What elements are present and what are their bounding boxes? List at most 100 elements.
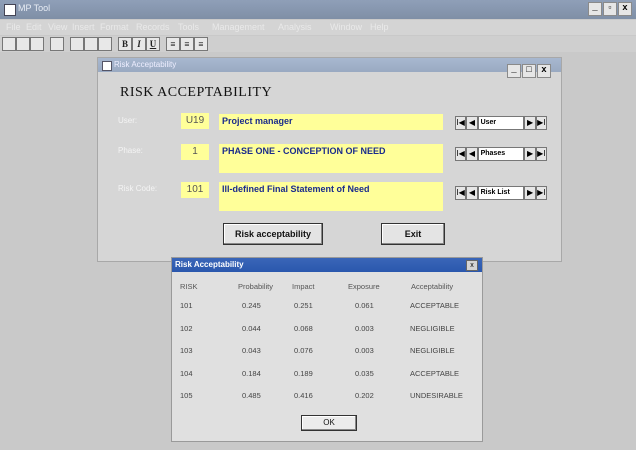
last-record-button[interactable]: ▶I: [535, 186, 547, 200]
print-icon[interactable]: [50, 37, 64, 51]
acceptability-cell: ACCEPTABLE: [410, 301, 460, 310]
next-record-button[interactable]: ▶: [524, 147, 536, 161]
close-icon[interactable]: x: [466, 260, 478, 271]
last-record-button[interactable]: ▶I: [535, 147, 547, 161]
acceptability-cell: ACCEPTABLE: [410, 369, 460, 378]
results-dialog-title: Risk Acceptability: [175, 260, 244, 269]
exposure-cell: 0.035: [355, 369, 374, 378]
risk-window-minimize-button[interactable]: _: [507, 64, 521, 78]
previous-record-button[interactable]: ◀: [466, 116, 478, 130]
restore-button[interactable]: ▫: [603, 2, 617, 16]
impact-cell: 0.251: [294, 301, 313, 310]
table-row: 103 0.043 0.076 0.003 NEGLIGIBLE: [172, 346, 482, 358]
column-header-probability: Probability: [238, 282, 274, 291]
bold-icon[interactable]: B: [118, 37, 132, 51]
menu-records[interactable]: Records: [136, 22, 170, 32]
phase-label: Phase:: [118, 146, 143, 155]
form-icon: [102, 61, 112, 71]
column-header-exposure: Exposure: [348, 282, 380, 291]
results-dialog-titlebar: Risk Acceptability: [172, 258, 482, 272]
risk-acceptability-button[interactable]: Risk acceptability: [223, 223, 323, 245]
risk-description-field[interactable]: Ill-defined Final Statement of Need: [219, 182, 443, 211]
next-record-button[interactable]: ▶: [524, 116, 536, 130]
next-record-button[interactable]: ▶: [524, 186, 536, 200]
risk-cell: 103: [180, 346, 193, 355]
align-center-icon[interactable]: ≡: [180, 37, 194, 51]
close-button[interactable]: x: [618, 2, 632, 16]
italic-icon[interactable]: I: [132, 37, 146, 51]
exit-button[interactable]: Exit: [381, 223, 445, 245]
exposure-cell: 0.202: [355, 391, 374, 400]
menu-insert[interactable]: Insert: [72, 22, 95, 32]
previous-record-button[interactable]: ◀: [466, 186, 478, 200]
impact-cell: 0.189: [294, 369, 313, 378]
align-left-icon[interactable]: ≡: [166, 37, 180, 51]
copy-icon[interactable]: [84, 37, 98, 51]
app-icon: [4, 4, 16, 16]
column-header-risk: RISK: [180, 282, 198, 291]
cut-icon[interactable]: [70, 37, 84, 51]
acceptability-cell: UNDESIRABLE: [410, 391, 463, 400]
menu-tools[interactable]: Tools: [178, 22, 199, 32]
risk-cell: 104: [180, 369, 193, 378]
menu-window[interactable]: Window: [330, 22, 362, 32]
column-header-impact: Impact: [292, 282, 315, 291]
menu-edit[interactable]: Edit: [26, 22, 42, 32]
user-code-field[interactable]: U19: [181, 113, 209, 129]
open-folder-icon[interactable]: [16, 37, 30, 51]
phase-navigator: I◀ ◀ Phases ▶ ▶I: [455, 147, 547, 161]
menu-bar: File Edit View Insert Format Records Too…: [0, 20, 636, 35]
menu-format[interactable]: Format: [100, 22, 129, 32]
save-icon[interactable]: [30, 37, 44, 51]
exposure-cell: 0.003: [355, 324, 374, 333]
minimize-button[interactable]: _: [588, 2, 602, 16]
risk-code-field[interactable]: 101: [181, 182, 209, 198]
menu-help[interactable]: Help: [370, 22, 389, 32]
new-document-icon[interactable]: [2, 37, 16, 51]
user-navigator: I◀ ◀ User ▶ ▶I: [455, 116, 547, 130]
exposure-cell: 0.061: [355, 301, 374, 310]
exit-button-label: Exit: [404, 229, 422, 239]
risk-cell: 105: [180, 391, 193, 400]
align-right-icon[interactable]: ≡: [194, 37, 208, 51]
acceptability-cell: NEGLIGIBLE: [410, 346, 455, 355]
first-record-button[interactable]: I◀: [455, 186, 467, 200]
phase-description-field[interactable]: PHASE ONE - CONCEPTION OF NEED: [219, 144, 443, 173]
user-label: User:: [118, 116, 138, 125]
impact-cell: 0.416: [294, 391, 313, 400]
table-header: RISK Probability Impact Exposure Accepta…: [172, 282, 482, 294]
table-row: 101 0.245 0.251 0.061 ACCEPTABLE: [172, 301, 482, 313]
impact-cell: 0.068: [294, 324, 313, 333]
menu-file[interactable]: File: [6, 22, 21, 32]
risk-window-titlebar: Risk Acceptability: [98, 58, 561, 72]
menu-analysis[interactable]: Analysis: [278, 22, 312, 32]
column-header-acceptability: Acceptability: [411, 282, 454, 291]
risk-window-restore-button[interactable]: □: [522, 64, 536, 78]
risk-window-controls: _ □ x: [507, 64, 551, 78]
menu-management[interactable]: Management: [212, 22, 265, 32]
first-record-button[interactable]: I◀: [455, 147, 467, 161]
probability-cell: 0.485: [242, 391, 261, 400]
first-record-button[interactable]: I◀: [455, 116, 467, 130]
acceptability-cell: NEGLIGIBLE: [410, 324, 455, 333]
user-description-field[interactable]: Project manager: [219, 114, 443, 130]
table-row: 104 0.184 0.189 0.035 ACCEPTABLE: [172, 369, 482, 381]
probability-cell: 0.044: [242, 324, 261, 333]
app-titlebar: MP Tool _ ▫ x: [0, 0, 636, 19]
risk-window-close-button[interactable]: x: [537, 64, 551, 78]
phase-navigator-label: Phases: [477, 147, 525, 161]
phase-code-field[interactable]: 1: [181, 144, 209, 160]
previous-record-button[interactable]: ◀: [466, 147, 478, 161]
menu-view[interactable]: View: [48, 22, 67, 32]
app-title: MP Tool: [18, 3, 51, 13]
form-heading: RISK ACCEPTABILITY: [120, 85, 273, 100]
risk-acceptability-window: Risk Acceptability _ □ x RISK ACCEPTABIL…: [97, 57, 562, 262]
ok-button[interactable]: OK: [301, 415, 357, 431]
results-dialog: Risk Acceptability x RISK Probability Im…: [171, 257, 483, 442]
last-record-button[interactable]: ▶I: [535, 116, 547, 130]
risk-window-title: Risk Acceptability: [114, 60, 177, 69]
risk-list-navigator-label: Risk List: [477, 186, 525, 200]
underline-icon[interactable]: U: [146, 37, 160, 51]
risk-cell: 101: [180, 301, 193, 310]
paste-icon[interactable]: [98, 37, 112, 51]
